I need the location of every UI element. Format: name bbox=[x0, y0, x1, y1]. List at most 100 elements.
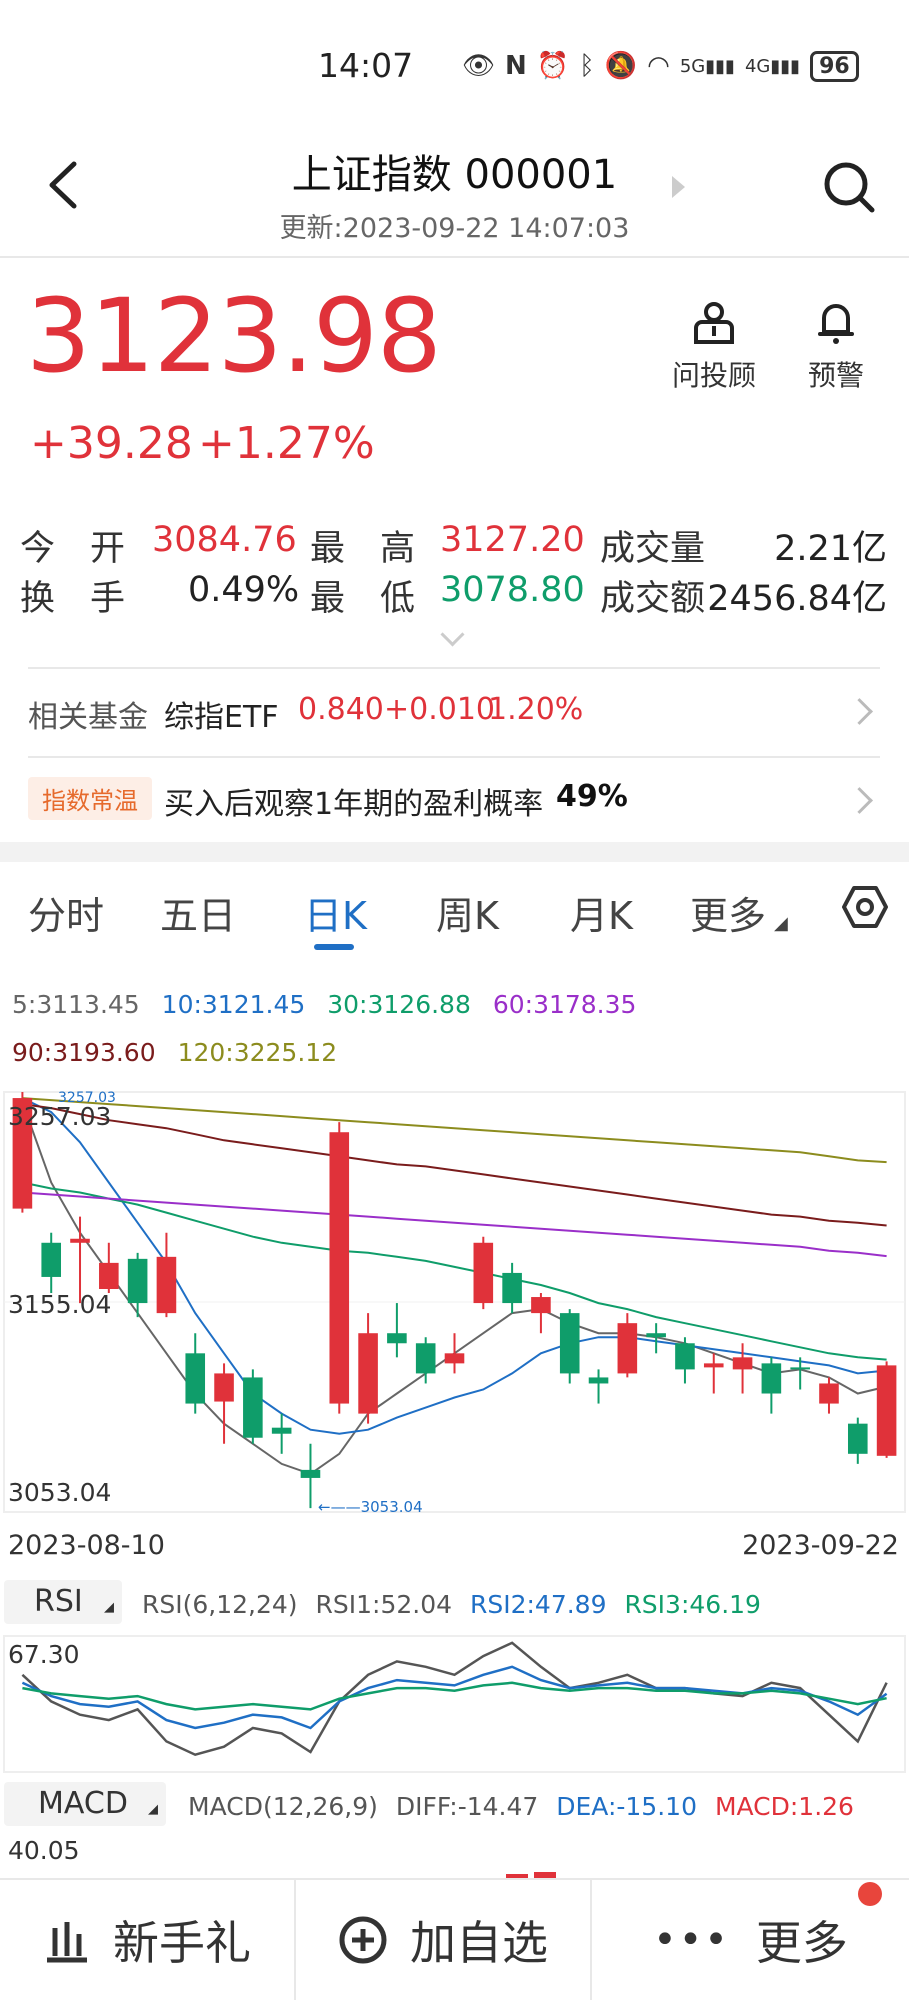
add-watchlist-button[interactable]: 加自选 bbox=[296, 1880, 590, 2000]
bell-icon bbox=[818, 304, 854, 344]
ma-legend-row2: 90:3193.60 120:3225.12 bbox=[12, 1038, 337, 1067]
ma10-value: 10:3121.45 bbox=[161, 990, 306, 1019]
ma120-value: 120:3225.12 bbox=[177, 1038, 338, 1067]
candle-body[interactable] bbox=[243, 1377, 263, 1438]
ma60-value: 60:3178.35 bbox=[492, 990, 637, 1019]
candle-body[interactable] bbox=[703, 1363, 724, 1368]
candle-body[interactable] bbox=[358, 1333, 378, 1414]
index-temperature-row[interactable]: 指数常温 买入后观察1年期的盈利概率 49% bbox=[28, 757, 880, 841]
kline-chart[interactable] bbox=[0, 1090, 909, 1514]
candle-body[interactable] bbox=[99, 1262, 119, 1290]
temperature-prob: 49% bbox=[556, 779, 628, 814]
turnover-label: 换 手 bbox=[20, 579, 126, 619]
tab-monthly-k[interactable]: 月K bbox=[570, 885, 633, 940]
search-button[interactable] bbox=[822, 160, 876, 214]
tab-intraday[interactable]: 分时 bbox=[28, 885, 104, 940]
macd-selector-label: MACD bbox=[38, 1786, 128, 1821]
expand-chevron-icon[interactable] bbox=[440, 622, 465, 647]
rsi-chart[interactable] bbox=[0, 1634, 909, 1774]
candle-body[interactable] bbox=[819, 1383, 839, 1404]
chart-bars-icon bbox=[47, 1922, 87, 1963]
eye-icon: 👁 bbox=[462, 51, 496, 81]
rsi3-value: RSI3:46.19 bbox=[624, 1590, 761, 1619]
alarm-icon: ⏰ bbox=[536, 51, 570, 81]
price-change: +39.28 bbox=[30, 418, 193, 469]
ma120-line bbox=[22, 1097, 887, 1164]
candle-body[interactable] bbox=[387, 1333, 407, 1344]
newbie-gift-label: 新手礼 bbox=[113, 1916, 251, 1970]
nfc-icon: N bbox=[505, 51, 527, 81]
tab-more-label: 更多 bbox=[690, 894, 767, 938]
rsi-selector-label: RSI bbox=[34, 1584, 83, 1619]
add-watchlist-label: 加自选 bbox=[410, 1916, 548, 1970]
candle-body[interactable] bbox=[41, 1242, 62, 1277]
next-arrow-icon[interactable] bbox=[672, 176, 685, 198]
candle-body[interactable] bbox=[444, 1353, 465, 1364]
candle-body[interactable] bbox=[502, 1272, 522, 1304]
high-value: 3127.20 bbox=[440, 520, 585, 560]
rsi-axis-top: 67.30 bbox=[8, 1640, 80, 1669]
candle-body[interactable] bbox=[732, 1357, 753, 1370]
candle-body[interactable] bbox=[329, 1132, 350, 1404]
rsi-legend: RSI(6,12,24) RSI1:52.04 RSI2:47.89 RSI3:… bbox=[142, 1590, 761, 1619]
candle-body[interactable] bbox=[559, 1313, 580, 1374]
kline-axis-top-small: 3257.03 bbox=[58, 1090, 116, 1106]
candle-body[interactable] bbox=[847, 1423, 868, 1454]
candle-body[interactable] bbox=[127, 1258, 148, 1304]
ma90-value: 90:3193.60 bbox=[12, 1038, 156, 1067]
macd-diff: DIFF:-14.47 bbox=[395, 1792, 539, 1821]
low-marker-arrow-icon: ←—— bbox=[318, 1498, 361, 1516]
macd-dea: DEA:-15.10 bbox=[556, 1792, 697, 1821]
alert-button[interactable]: 预警 bbox=[786, 298, 886, 394]
candle-body[interactable] bbox=[876, 1365, 897, 1456]
amount-label: 成交额 bbox=[600, 579, 706, 619]
low-marker-label: 3053.04 bbox=[360, 1498, 423, 1516]
advisor-button[interactable]: 问投顾 bbox=[664, 298, 764, 394]
advisor-icon bbox=[694, 302, 734, 344]
open-value: 3084.76 bbox=[152, 520, 297, 560]
candle-body[interactable] bbox=[271, 1427, 292, 1434]
tab-weekly-k[interactable]: 周K bbox=[436, 885, 499, 940]
tab-five-day[interactable]: 五日 bbox=[160, 885, 236, 940]
current-price: 3123.98 bbox=[26, 277, 442, 396]
candle-body[interactable] bbox=[70, 1238, 90, 1243]
battery-icon: 96 bbox=[810, 50, 859, 82]
temperature-badge: 指数常温 bbox=[28, 777, 152, 820]
tab-more[interactable]: 更多 ◢ bbox=[690, 885, 788, 940]
turnover-value: 0.49% bbox=[188, 570, 300, 610]
candle-body[interactable] bbox=[790, 1367, 810, 1370]
chart-settings-button[interactable] bbox=[842, 884, 888, 930]
rsi-selector[interactable]: RSI ◢ bbox=[4, 1580, 122, 1624]
wifi-icon: ◠ bbox=[647, 51, 670, 81]
tab-daily-k[interactable]: 日K bbox=[304, 885, 367, 940]
temperature-text: 买入后观察1年期的盈利概率 bbox=[164, 787, 544, 822]
candle-body[interactable] bbox=[473, 1242, 494, 1304]
volume-value: 2.21亿 bbox=[774, 529, 887, 569]
candle-body[interactable] bbox=[675, 1343, 695, 1370]
candle-body[interactable] bbox=[415, 1343, 436, 1374]
related-fund-row[interactable]: 相关基金 综指ETF 0.840 +0.010 1.20% bbox=[28, 668, 880, 756]
candle-body[interactable] bbox=[588, 1377, 609, 1384]
candle-body[interactable] bbox=[156, 1256, 177, 1314]
chevron-right-icon bbox=[846, 698, 873, 725]
macd-legend: MACD(12,26,9) DIFF:-14.47 DEA:-15.10 MAC… bbox=[188, 1792, 854, 1821]
candle-body[interactable] bbox=[531, 1297, 551, 1314]
kline-axis-mid: 3155.04 bbox=[8, 1290, 112, 1319]
candle-body[interactable] bbox=[761, 1363, 782, 1394]
amount-value: 2456.84亿 bbox=[707, 579, 887, 619]
more-label: 更多 bbox=[755, 1916, 848, 1970]
status-time: 14:07 bbox=[318, 46, 414, 85]
candle-body[interactable] bbox=[300, 1469, 321, 1478]
candle-body[interactable] bbox=[214, 1373, 234, 1402]
candle-body[interactable] bbox=[185, 1353, 206, 1404]
advisor-label: 问投顾 bbox=[671, 359, 756, 392]
rsi1-value: RSI1:52.04 bbox=[315, 1590, 453, 1619]
related-fund-pct: 1.20% bbox=[488, 692, 584, 727]
low-label: 最 低 bbox=[310, 579, 416, 619]
candle-body[interactable] bbox=[617, 1323, 638, 1374]
candle-body[interactable] bbox=[646, 1333, 666, 1338]
newbie-gift-button[interactable]: 新手礼 bbox=[0, 1880, 294, 2000]
macd-selector[interactable]: MACD ◢ bbox=[4, 1782, 166, 1826]
macd-params: MACD(12,26,9) bbox=[188, 1792, 378, 1821]
alert-label: 预警 bbox=[807, 359, 864, 392]
